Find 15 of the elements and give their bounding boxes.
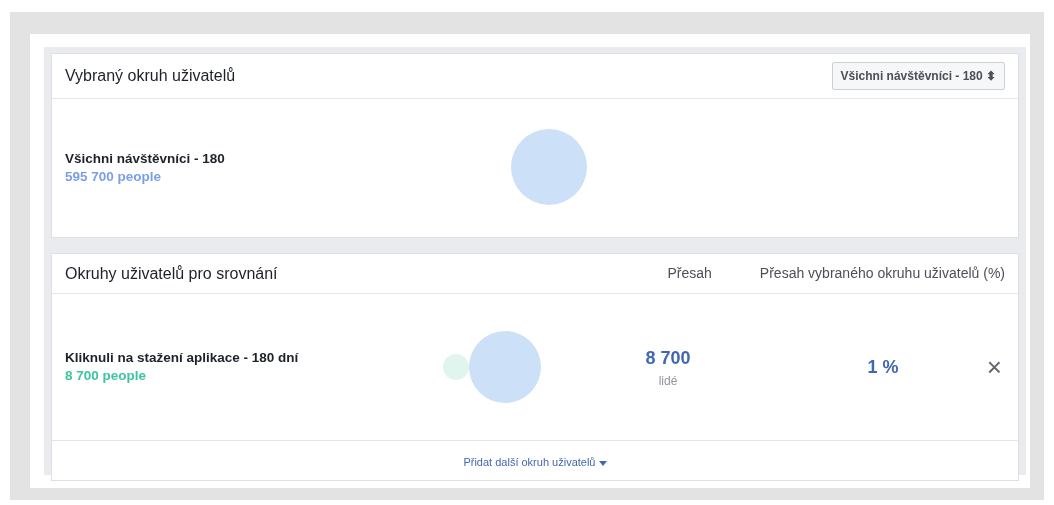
column-header: Přesah vybraného okruhu uživatelů (%) xyxy=(759,264,1005,283)
add-audience-link[interactable]: Přidat další okruh uživatelů xyxy=(463,456,607,468)
card-title: Vybraný okruh uživatelů xyxy=(65,66,236,86)
audience-name: Všichni návštěvníci - 180 xyxy=(65,150,226,168)
overlap-percent: 1 % xyxy=(866,355,900,379)
close-button[interactable]: × xyxy=(986,354,1002,380)
audience-dropdown[interactable]: Všichni návštěvníci - 180 ⬍ xyxy=(831,62,1005,90)
caret-icon xyxy=(598,460,607,466)
people-count: 595 700 people xyxy=(65,168,163,186)
column-header: Přesah xyxy=(667,264,712,283)
overlap-count: 8 700 xyxy=(644,346,692,370)
overlap-unit: lidé xyxy=(657,372,679,390)
card-title: Okruhy uživatelů pro srovnání xyxy=(65,263,279,284)
audience-name: Kliknuli na stažení aplikace - 180 dní xyxy=(65,349,300,367)
people-count: 8 700 people xyxy=(65,367,148,385)
